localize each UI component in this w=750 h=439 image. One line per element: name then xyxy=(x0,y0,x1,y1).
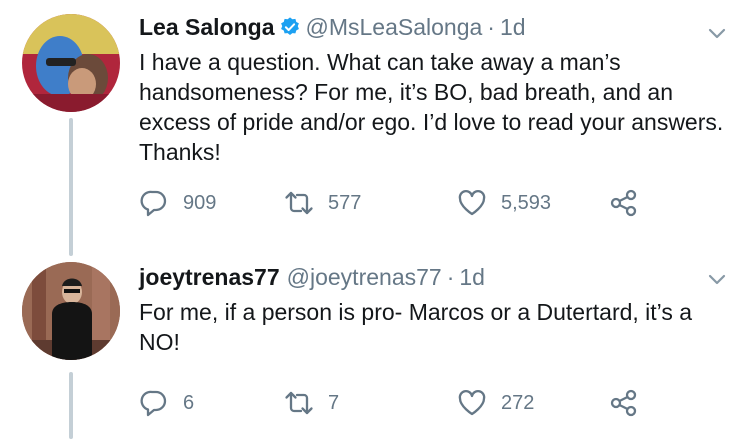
reply-button[interactable]: 6 xyxy=(139,385,194,421)
chevron-down-icon[interactable] xyxy=(706,268,728,290)
separator-dot: · xyxy=(487,13,495,40)
verified-badge-icon xyxy=(279,16,301,38)
action-bar: 909 577 5,593 xyxy=(139,185,659,221)
share-button[interactable] xyxy=(609,385,639,421)
reply-count: 909 xyxy=(183,191,217,214)
retweet-button[interactable]: 577 xyxy=(284,185,361,221)
thread-line xyxy=(69,118,73,256)
handle[interactable]: @MsLeaSalonga xyxy=(305,14,482,41)
share-icon xyxy=(609,388,639,418)
tweet-text: I have a question. What can take away a … xyxy=(139,49,724,165)
retweet-icon xyxy=(284,188,314,218)
retweet-button[interactable]: 7 xyxy=(284,385,339,421)
timestamp[interactable]: 1d xyxy=(459,264,485,291)
tweet[interactable]: joeytrenas77 @joeytrenas77 · 1d For me, … xyxy=(0,252,750,439)
avatar[interactable] xyxy=(22,262,120,360)
like-count: 5,593 xyxy=(501,191,552,214)
display-name[interactable]: Lea Salonga xyxy=(139,14,274,41)
like-count: 272 xyxy=(501,391,535,414)
avatar[interactable] xyxy=(22,14,120,112)
timestamp[interactable]: 1d xyxy=(500,14,526,41)
share-button[interactable] xyxy=(609,185,639,221)
retweet-count: 7 xyxy=(328,391,340,414)
chevron-down-icon[interactable] xyxy=(706,22,728,44)
heart-icon xyxy=(457,188,487,218)
heart-icon xyxy=(457,388,487,418)
separator-dot: · xyxy=(446,263,455,290)
tweet-text: For me, if a person is pro- Marcos or a … xyxy=(139,299,693,355)
tweet[interactable]: Lea Salonga @MsLeaSalonga · 1d I have a … xyxy=(0,0,750,256)
reply-icon xyxy=(139,188,169,218)
like-button[interactable]: 5,593 xyxy=(457,185,551,221)
reply-button[interactable]: 909 xyxy=(139,185,216,221)
retweet-count: 577 xyxy=(328,191,362,214)
reply-icon xyxy=(139,388,169,418)
handle[interactable]: @joeytrenas77 xyxy=(287,264,442,291)
thread-line xyxy=(69,372,73,439)
tweet-header: Lea Salonga @MsLeaSalonga · 1d xyxy=(139,10,526,44)
display-name[interactable]: joeytrenas77 xyxy=(139,264,280,291)
tweet-header: joeytrenas77 @joeytrenas77 · 1d xyxy=(139,260,485,294)
like-button[interactable]: 272 xyxy=(457,385,534,421)
action-bar: 6 7 272 xyxy=(139,385,659,421)
share-icon xyxy=(609,188,639,218)
retweet-icon xyxy=(284,388,314,418)
reply-count: 6 xyxy=(183,391,195,414)
